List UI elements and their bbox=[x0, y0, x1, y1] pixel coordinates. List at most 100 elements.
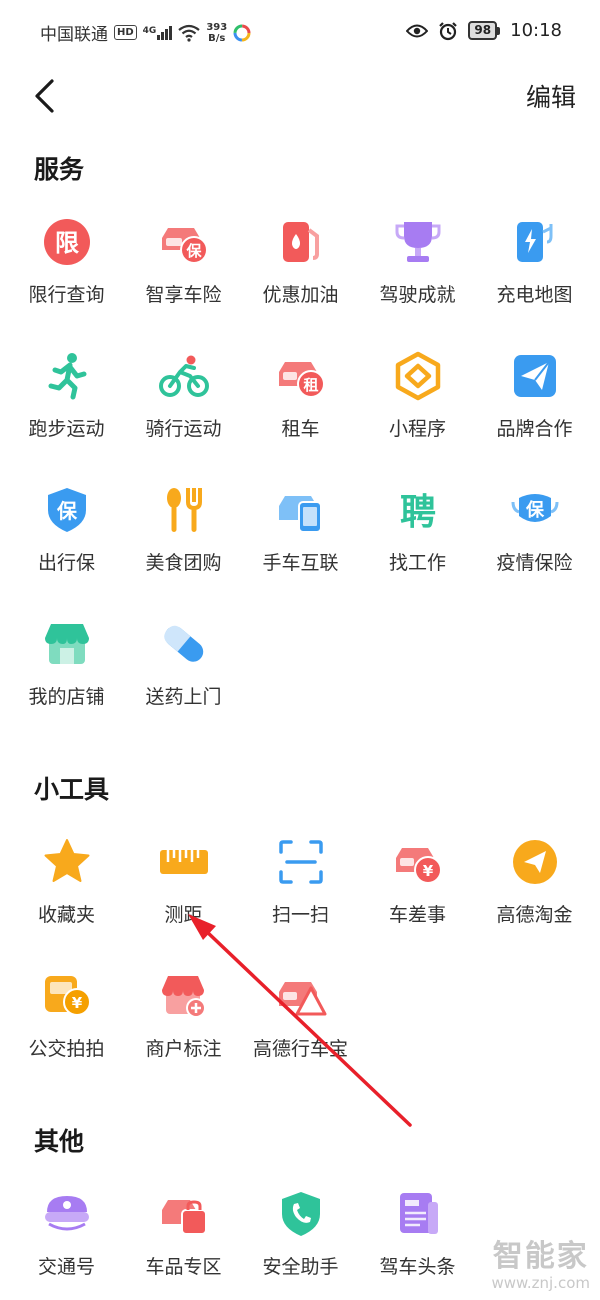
carrier-name: 中国联通 bbox=[40, 25, 108, 45]
ruler-icon bbox=[158, 836, 210, 888]
tile-travel-insurance[interactable]: 保 出行保 bbox=[8, 470, 125, 604]
svg-text:租: 租 bbox=[303, 376, 318, 394]
paper-plane-icon bbox=[509, 350, 561, 402]
tile-label: 交通号 bbox=[37, 1256, 95, 1278]
tile-label: 高德行车宝 bbox=[252, 1038, 348, 1060]
tile-driving-achievement[interactable]: 驾驶成就 bbox=[359, 202, 476, 336]
tile-car-insurance[interactable]: 保 智享车险 bbox=[125, 202, 242, 336]
shield-phone-icon bbox=[275, 1188, 327, 1240]
tile-find-job[interactable]: 聘 找工作 bbox=[359, 470, 476, 604]
tile-scan[interactable]: 扫一扫 bbox=[242, 822, 359, 956]
net-speed: 393 B/s bbox=[206, 22, 227, 44]
tile-label: 收藏夹 bbox=[37, 904, 95, 926]
tile-epidemic-insurance[interactable]: 保 疫情保险 bbox=[476, 470, 593, 604]
watermark-name: 智能家 bbox=[492, 1239, 589, 1274]
tile-car-errand[interactable]: ¥ 车差事 bbox=[359, 822, 476, 956]
restriction-icon: 限 bbox=[41, 216, 93, 268]
tile-driving-headlines[interactable]: 驾车头条 bbox=[359, 1174, 476, 1300]
tile-amap-gold[interactable]: 高德淘金 bbox=[476, 822, 593, 956]
charging-station-icon bbox=[509, 216, 561, 268]
back-button[interactable] bbox=[24, 76, 64, 116]
tile-label: 骑行运动 bbox=[145, 418, 222, 440]
tile-label: 安全助手 bbox=[262, 1256, 339, 1278]
tile-favorites[interactable]: 收藏夹 bbox=[8, 822, 125, 956]
tile-label: 测距 bbox=[164, 904, 203, 926]
svg-text:聘: 聘 bbox=[399, 492, 435, 533]
svg-text:¥: ¥ bbox=[422, 862, 433, 880]
tools-grid: 收藏夹 测距 扫一扫 ¥ 车差事 高德淘金 ¥ 公交拍拍 商户标注 高德行车宝 bbox=[8, 822, 593, 1090]
tile-phone-car-link[interactable]: 手车互联 bbox=[242, 470, 359, 604]
section-title-services: 服务 bbox=[34, 155, 85, 184]
tile-amap-drive-treasure[interactable]: 高德行车宝 bbox=[242, 956, 359, 1090]
watermark-url: www.znj.com bbox=[491, 1274, 590, 1292]
tile-running[interactable]: 跑步运动 bbox=[8, 336, 125, 470]
tile-label: 跑步运动 bbox=[28, 418, 105, 440]
tile-mini-program[interactable]: 小程序 bbox=[359, 336, 476, 470]
tile-bus-snap[interactable]: ¥ 公交拍拍 bbox=[8, 956, 125, 1090]
tile-label: 车差事 bbox=[388, 904, 446, 926]
mini-program-icon bbox=[392, 350, 444, 402]
pill-icon bbox=[158, 618, 210, 670]
car-rental-icon: 租 bbox=[275, 350, 327, 402]
tile-food-deals[interactable]: 美食团购 bbox=[125, 470, 242, 604]
car-bag-icon bbox=[158, 1188, 210, 1240]
net-speed-unit: B/s bbox=[208, 32, 226, 44]
tile-safety-assistant[interactable]: 安全助手 bbox=[242, 1174, 359, 1300]
net-speed-value: 393 bbox=[206, 21, 228, 33]
tile-merchant-mark[interactable]: 商户标注 bbox=[125, 956, 242, 1090]
signal-icon: 4G bbox=[143, 25, 173, 40]
shop-plus-icon bbox=[158, 970, 210, 1022]
tile-label: 高德淘金 bbox=[496, 904, 573, 926]
fuel-pump-icon bbox=[275, 216, 327, 268]
tile-charging-map[interactable]: 充电地图 bbox=[476, 202, 593, 336]
tile-label: 租车 bbox=[281, 418, 320, 440]
tile-label: 手车互联 bbox=[262, 552, 339, 574]
tile-car-rental[interactable]: 租 租车 bbox=[242, 336, 359, 470]
shield-insurance-icon: 保 bbox=[41, 484, 93, 536]
services-grid: 限 限行查询 保 智享车险 优惠加油 驾驶成就 充电地图 跑步运动 骑行运动 租… bbox=[8, 202, 593, 738]
app-logo-icon bbox=[233, 24, 251, 41]
tile-brand-cooperation[interactable]: 品牌合作 bbox=[476, 336, 593, 470]
watermark: 智能家 www.znj.com bbox=[491, 1239, 590, 1293]
tile-label: 小程序 bbox=[388, 418, 446, 440]
svg-text:保: 保 bbox=[185, 242, 202, 260]
tile-label: 我的店铺 bbox=[28, 686, 105, 708]
hd-badge: HD bbox=[114, 25, 137, 40]
tile-label: 出行保 bbox=[37, 552, 95, 574]
tile-traffic-account[interactable]: 交通号 bbox=[8, 1174, 125, 1300]
edit-button[interactable]: 编辑 bbox=[526, 78, 576, 114]
car-insurance-icon: 保 bbox=[158, 216, 210, 268]
tile-label: 疫情保险 bbox=[496, 552, 573, 574]
shop-icon bbox=[41, 618, 93, 670]
tile-ranging[interactable]: 测距 bbox=[125, 822, 242, 956]
police-cap-icon bbox=[41, 1188, 93, 1240]
scan-icon bbox=[275, 836, 327, 888]
clock: 10:18 bbox=[510, 20, 562, 41]
tile-label: 车品专区 bbox=[145, 1256, 222, 1278]
section-title-tools: 小工具 bbox=[34, 775, 110, 804]
wifi-icon bbox=[178, 24, 201, 42]
svg-text:保: 保 bbox=[56, 499, 78, 523]
status-left: 中国联通 HD 4G 393 B/s bbox=[40, 20, 251, 45]
tile-label: 驾驶成就 bbox=[379, 284, 456, 306]
phone-car-icon bbox=[275, 484, 327, 536]
tile-label: 品牌合作 bbox=[496, 418, 573, 440]
tile-label: 送药上门 bbox=[145, 686, 222, 708]
spoon-fork-icon bbox=[158, 484, 210, 536]
tile-my-shop[interactable]: 我的店铺 bbox=[8, 604, 125, 738]
tile-label: 找工作 bbox=[388, 552, 446, 574]
trophy-icon bbox=[392, 216, 444, 268]
tile-cycling[interactable]: 骑行运动 bbox=[125, 336, 242, 470]
battery-level: 98 bbox=[468, 21, 498, 40]
section-title-other: 其他 bbox=[34, 1127, 85, 1156]
chevron-left-icon bbox=[35, 79, 54, 113]
tile-medicine-delivery[interactable]: 送药上门 bbox=[125, 604, 242, 738]
tile-label: 扫一扫 bbox=[271, 904, 329, 926]
tile-restriction-query[interactable]: 限 限行查询 bbox=[8, 202, 125, 336]
cycling-icon bbox=[158, 350, 210, 402]
top-nav: 编辑 bbox=[0, 68, 600, 128]
tile-fuel-discount[interactable]: 优惠加油 bbox=[242, 202, 359, 336]
alarm-icon bbox=[439, 21, 458, 40]
tile-car-products[interactable]: 车品专区 bbox=[125, 1174, 242, 1300]
job-icon: 聘 bbox=[392, 484, 444, 536]
